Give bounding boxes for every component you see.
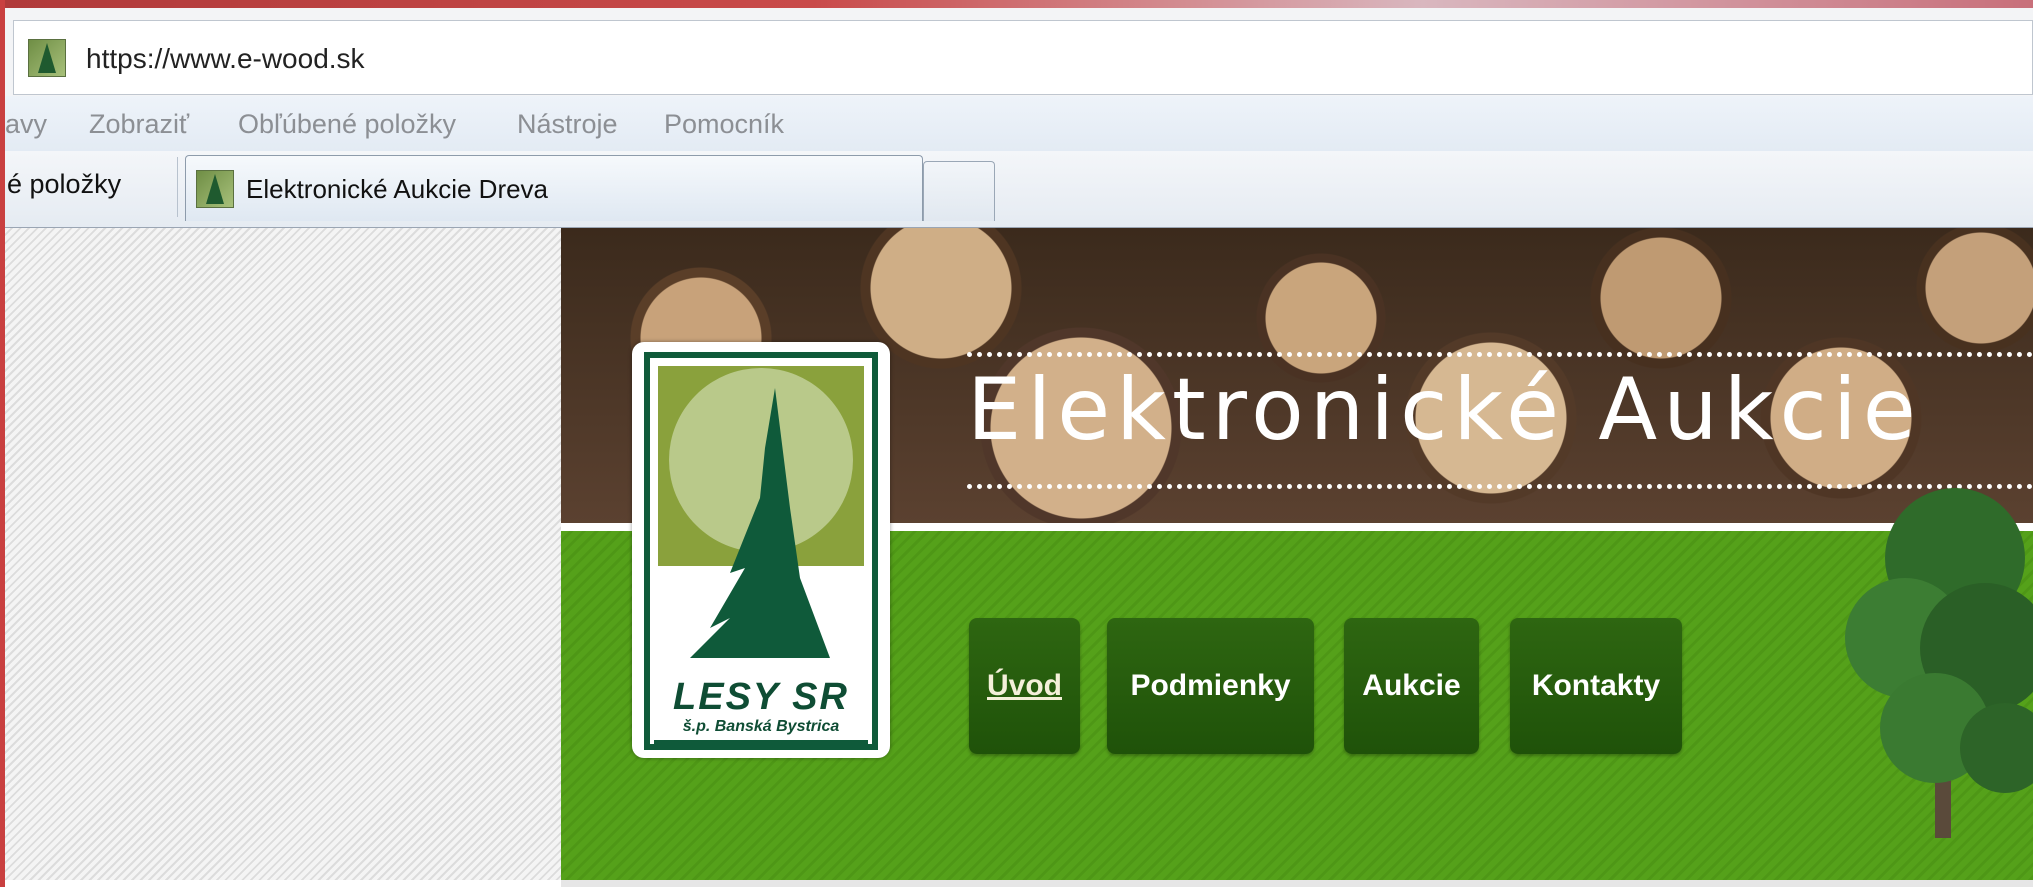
menu-item-help[interactable]: Pomocník — [664, 109, 784, 140]
nav-aukcie-button[interactable]: Aukcie — [1344, 618, 1479, 754]
menu-bar: avy Zobraziť Obľúbené položky Nástroje P… — [5, 96, 2033, 152]
tab-title: Elektronické Aukcie Dreva — [246, 174, 549, 204]
site-title: Elektronické Aukcie — [967, 360, 1922, 460]
left-background — [5, 228, 561, 880]
address-field[interactable]: https://www.e-wood.sk — [13, 20, 2033, 95]
menu-item-view[interactable]: Zobraziť — [89, 109, 189, 140]
nav-kontakty-button[interactable]: Kontakty — [1510, 618, 1682, 754]
menu-item-favorites[interactable]: Obľúbené položky — [238, 109, 456, 140]
nav-uvod-label: Úvod — [987, 669, 1062, 702]
address-url[interactable]: https://www.e-wood.sk — [86, 43, 365, 75]
logo-subtitle: š.p. Banská Bystrica — [682, 718, 840, 735]
menu-item-tools[interactable]: Nástroje — [517, 109, 618, 140]
favorites-button[interactable]: é položky — [7, 169, 121, 200]
nav-podmienky-button[interactable]: Podmienky — [1107, 618, 1314, 754]
divider — [177, 157, 178, 217]
nav-podmienky-label: Podmienky — [1130, 669, 1291, 702]
nav-uvod-button[interactable]: Úvod — [969, 618, 1080, 754]
window-frame-top — [0, 0, 2033, 8]
address-bar: https://www.e-wood.sk — [5, 8, 2033, 97]
lesy-sr-logo[interactable]: LESY SR š.p. Banská Bystrica — [632, 342, 890, 758]
logo-name: LESY SR — [673, 676, 849, 718]
new-tab-button[interactable] — [923, 161, 995, 221]
logo-bar — [654, 740, 868, 744]
logo-frame: LESY SR š.p. Banská Bystrica — [644, 352, 878, 750]
nav-kontakty-label: Kontakty — [1531, 669, 1661, 702]
tree-decoration-icon — [1845, 488, 2033, 838]
web-page: Elektronické Aukcie LESY SR š.p. Banská … — [5, 228, 2033, 887]
header-bottom-border — [561, 880, 2033, 887]
tab-bar: é položky Elektronické Aukcie Dreva — [5, 151, 2033, 228]
site-favicon-icon — [28, 39, 66, 77]
tab-favicon-icon — [196, 170, 234, 208]
title-rule-top — [967, 352, 2033, 357]
nav-aukcie-label: Aukcie — [1362, 669, 1461, 702]
tab-active[interactable]: Elektronické Aukcie Dreva — [185, 155, 923, 221]
menu-item-edit[interactable]: avy — [5, 109, 47, 140]
